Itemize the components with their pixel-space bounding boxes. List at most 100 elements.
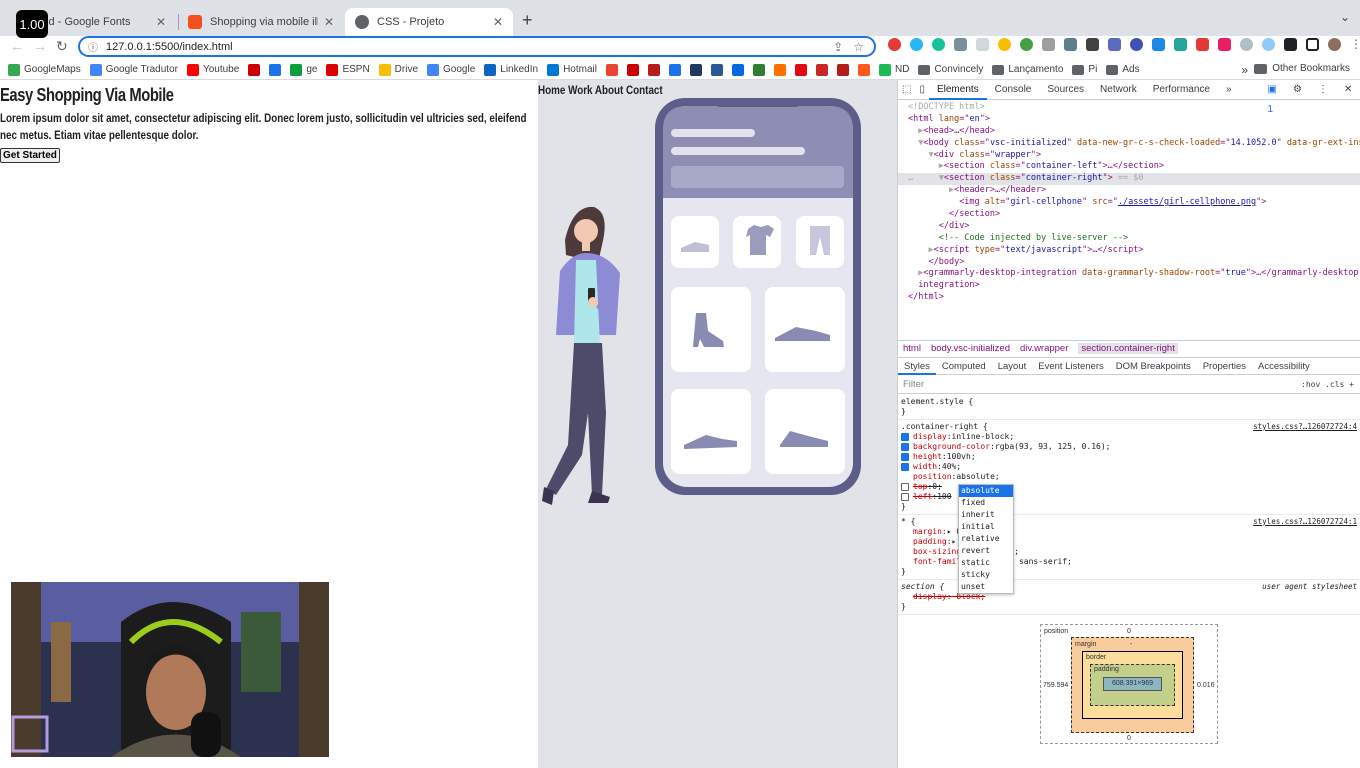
bookmark-item[interactable] xyxy=(647,63,664,76)
dom-node[interactable]: </html> xyxy=(898,292,1360,304)
autocomplete-option[interactable]: relative xyxy=(959,533,1013,545)
close-tab-icon[interactable]: ✕ xyxy=(493,15,503,29)
extension-icon[interactable] xyxy=(1086,38,1099,51)
bookmark-item[interactable] xyxy=(248,63,264,76)
bookmark-item[interactable] xyxy=(626,63,643,76)
extension-icon[interactable] xyxy=(1064,38,1077,51)
rule-source-link[interactable]: styles.css?…126072724:4 xyxy=(1253,422,1357,432)
bookmark-item[interactable] xyxy=(689,63,706,76)
declaration-checkbox[interactable] xyxy=(901,493,909,501)
tab-shopping-illustration[interactable]: Shopping via mobile illustration ✕ xyxy=(178,8,344,36)
extension-icon[interactable] xyxy=(954,38,967,51)
bookmark-item[interactable]: ESPN xyxy=(326,63,370,76)
extension-icon[interactable] xyxy=(910,38,923,51)
profile-avatar[interactable] xyxy=(1328,38,1341,51)
property-value[interactable]: 40%; xyxy=(942,462,961,472)
property-name[interactable]: width xyxy=(913,462,937,472)
close-devtools-icon[interactable]: ✕ xyxy=(1336,80,1360,100)
bookmark-item[interactable] xyxy=(668,63,685,76)
declaration-checkbox[interactable] xyxy=(901,483,909,491)
declaration-checkbox[interactable] xyxy=(901,453,909,461)
autocomplete-option[interactable]: fixed xyxy=(959,497,1013,509)
autocomplete-option[interactable]: revert xyxy=(959,545,1013,557)
sidebar-icon[interactable] xyxy=(1306,38,1319,51)
property-value[interactable]: inline-block; xyxy=(952,432,1015,442)
bookmark-folder[interactable]: Lançamento xyxy=(992,64,1063,75)
share-icon[interactable]: ⇪ xyxy=(833,40,843,54)
dom-node[interactable]: ▶<header>…</header> xyxy=(898,185,1360,197)
bookmark-folder[interactable]: Pi xyxy=(1072,64,1097,75)
issues-badge[interactable]: ▣ 1 xyxy=(1260,80,1285,115)
bookmark-item[interactable] xyxy=(269,63,285,76)
declaration-checkbox[interactable] xyxy=(901,443,909,451)
styles-filter-input[interactable]: Filter :hov .cls + xyxy=(898,376,1360,394)
bm-content-box[interactable]: 608.391×969 xyxy=(1103,677,1162,691)
bookmark-item[interactable]: LinkedIn xyxy=(484,63,538,76)
more-tabs-icon[interactable]: » xyxy=(1218,80,1240,100)
dom-node[interactable]: integration> xyxy=(898,280,1360,292)
dom-node[interactable]: <!-- Code injected by live-server --> xyxy=(898,233,1360,245)
bookmark-item[interactable]: Google Tradutor xyxy=(89,63,178,76)
autocomplete-option[interactable]: initial xyxy=(959,521,1013,533)
bookmark-item[interactable] xyxy=(857,63,874,76)
subtab-dom-breakpoints[interactable]: DOM Breakpoints xyxy=(1110,358,1197,375)
dom-node[interactable]: <!DOCTYPE html> xyxy=(898,102,1360,114)
bookmark-item[interactable]: GoogleMaps xyxy=(8,63,81,76)
property-value[interactable]: 100 xyxy=(937,492,951,502)
tab-sources[interactable]: Sources xyxy=(1039,80,1092,100)
bookmark-star-icon[interactable]: ☆ xyxy=(853,40,864,54)
extension-icon[interactable] xyxy=(1174,38,1187,51)
breadcrumb-html[interactable]: html xyxy=(903,343,921,354)
subtab-accessibility[interactable]: Accessibility xyxy=(1252,358,1316,375)
bookmark-item[interactable] xyxy=(794,63,811,76)
subtab-event-listeners[interactable]: Event Listeners xyxy=(1032,358,1109,375)
devtools-menu-icon[interactable]: ⋮ xyxy=(1310,80,1336,100)
reload-icon[interactable]: ↻ xyxy=(56,38,68,55)
puzzle-extensions-icon[interactable] xyxy=(1284,38,1297,51)
property-name[interactable]: top xyxy=(913,482,927,492)
more-bookmarks-icon[interactable]: » xyxy=(1241,63,1248,77)
back-arrow-icon[interactable]: ← xyxy=(10,38,24,54)
forward-arrow-icon[interactable]: → xyxy=(33,38,47,54)
extension-icon[interactable] xyxy=(1218,38,1231,51)
device-toolbar-icon[interactable]: ▯ xyxy=(915,80,929,100)
extension-icon[interactable] xyxy=(1130,38,1143,51)
breadcrumb-body[interactable]: body.vsc-initialized xyxy=(931,343,1010,354)
breadcrumb-div[interactable]: div.wrapper xyxy=(1020,343,1068,354)
tab-network[interactable]: Network xyxy=(1092,80,1145,100)
autocomplete-option[interactable]: unset xyxy=(959,581,1013,593)
bookmark-item[interactable]: ge xyxy=(290,63,317,76)
declaration-checkbox[interactable] xyxy=(901,433,909,441)
dom-node[interactable]: </body> xyxy=(898,257,1360,269)
bookmark-item[interactable] xyxy=(752,63,769,76)
property-value[interactable]: 100vh; xyxy=(947,452,976,462)
tab-performance[interactable]: Performance xyxy=(1145,80,1218,100)
property-value[interactable]: 0; xyxy=(932,482,942,492)
inspect-element-icon[interactable]: ⬚ xyxy=(898,80,915,100)
extension-icon[interactable] xyxy=(1196,38,1209,51)
bookmark-item[interactable] xyxy=(815,63,832,76)
tab-css-projeto[interactable]: CSS - Projeto ✕ xyxy=(345,8,513,36)
property-name[interactable]: padding xyxy=(913,537,947,547)
dom-node[interactable]: </section> xyxy=(898,209,1360,221)
extension-icon[interactable] xyxy=(1262,38,1275,51)
breadcrumb-section[interactable]: section.container-right xyxy=(1078,342,1178,354)
address-url[interactable]: 127.0.0.1:5500/index.html xyxy=(106,41,833,53)
autocomplete-option[interactable]: absolute xyxy=(959,485,1013,497)
extension-icon[interactable] xyxy=(976,38,989,51)
tab-elements[interactable]: Elements xyxy=(928,80,987,100)
extension-icon[interactable] xyxy=(1042,38,1055,51)
extension-icon[interactable] xyxy=(998,38,1011,51)
css-declaration[interactable]: height: 100vh; xyxy=(901,452,1357,462)
property-name[interactable]: background-color xyxy=(913,442,990,452)
new-tab-button[interactable]: + xyxy=(522,10,533,31)
dom-node[interactable]: </div> xyxy=(898,221,1360,233)
bookmark-item[interactable]: ND xyxy=(878,63,909,76)
other-bookmarks-folder[interactable]: Other Bookmarks xyxy=(1254,63,1350,74)
autocomplete-option[interactable]: inherit xyxy=(959,509,1013,521)
bookmark-item[interactable]: Drive xyxy=(378,63,418,76)
css-declaration[interactable]: background-color: rgba(93, 93, 125, 0.16… xyxy=(901,442,1357,452)
subtab-computed[interactable]: Computed xyxy=(936,358,992,375)
subtab-layout[interactable]: Layout xyxy=(992,358,1033,375)
autocomplete-option[interactable]: sticky xyxy=(959,569,1013,581)
